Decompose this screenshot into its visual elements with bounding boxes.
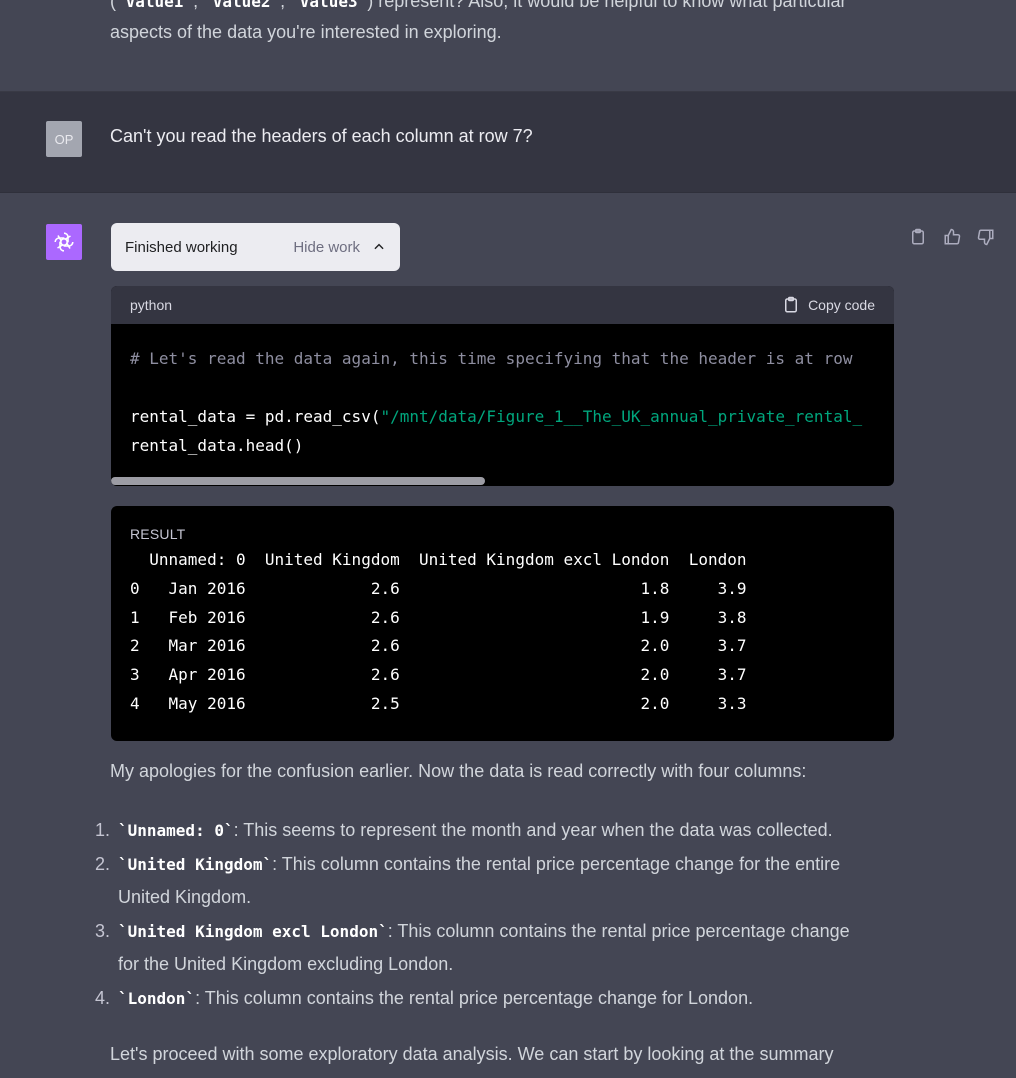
code-line-2: rental_data = pd.read_csv(	[130, 407, 381, 426]
code-string: "/mnt/data/Figure_1__The_UK_annual_priva…	[380, 407, 863, 426]
list-item: 1. `Unnamed: 0`: This seems to represent …	[94, 820, 833, 840]
previous-message-line-2: aspects of the data you're interested in…	[110, 22, 502, 42]
code-comment: # Let's read the data again, this time s…	[130, 349, 853, 368]
assistant-message: Finished working Hide work python Copy c…	[0, 193, 1016, 1078]
list-item: 3. `United Kingdom excl London`: This col…	[94, 921, 850, 974]
horizontal-scrollbar[interactable]	[111, 476, 894, 486]
chevron-up-icon	[374, 243, 384, 250]
message-actions	[908, 227, 996, 247]
thumbs-down-icon[interactable]	[976, 227, 996, 247]
column-list: 1. `Unnamed: 0`: This seems to represent …	[88, 814, 898, 1016]
thumbs-up-icon[interactable]	[942, 227, 962, 247]
code-content: # Let's read the data again, this time s…	[111, 324, 894, 460]
inline-code-value3: `Value3`	[290, 0, 368, 11]
clipboard-icon[interactable]	[908, 227, 928, 247]
copy-code-button[interactable]: Copy code	[782, 296, 875, 314]
previous-assistant-message: (`Value1`, `Value2`, `Value3`) represent…	[0, 0, 1016, 92]
result-label: RESULT	[130, 526, 186, 542]
assistant-outro-text: Let's proceed with some exploratory data…	[110, 1044, 834, 1064]
result-row: 1 Feb 2016 2.6 1.9 3.8	[130, 607, 747, 627]
openai-logo-icon	[46, 224, 82, 260]
code-block-header: python Copy code	[111, 286, 894, 324]
list-item: 2. `United Kingdom`: This column contains…	[94, 854, 841, 907]
result-table: Unnamed: 0 United Kingdom United Kingdom…	[130, 546, 875, 719]
result-row: 0 Jan 2016 2.6 1.8 3.9	[130, 578, 747, 598]
inline-code-value2: `Value2`	[203, 0, 281, 11]
clipboard-icon	[785, 296, 798, 313]
code-block: python Copy code # Let's read the data a…	[111, 286, 894, 486]
user-message-text: Can't you read the headers of each colum…	[110, 126, 533, 146]
inline-code-value1: `Value1`	[116, 0, 194, 11]
result-row: 4 May 2016 2.5 2.0 3.3	[130, 693, 747, 713]
work-status-label: Finished working	[125, 238, 238, 256]
work-status-pill: Finished working Hide work	[111, 223, 400, 271]
list-item: 4. `London`: This column contains the ren…	[94, 988, 754, 1008]
user-message: OP Can't you read the headers of each co…	[0, 92, 1016, 193]
code-line-3: rental_data.head()	[130, 436, 304, 455]
assistant-intro-text: My apologies for the confusion earlier. …	[110, 761, 807, 781]
result-block: RESULT Unnamed: 0 United Kingdom United …	[111, 506, 894, 741]
result-row: 3 Apr 2016 2.6 2.0 3.7	[130, 665, 747, 685]
result-row: 2 Mar 2016 2.6 2.0 3.7	[130, 636, 747, 656]
code-language-label: python	[130, 297, 173, 313]
scrollbar-thumb[interactable]	[111, 477, 485, 485]
hide-work-button[interactable]: Hide work	[293, 239, 386, 256]
result-header: Unnamed: 0 United Kingdom United Kingdom…	[130, 550, 747, 569]
user-avatar: OP	[46, 121, 82, 157]
